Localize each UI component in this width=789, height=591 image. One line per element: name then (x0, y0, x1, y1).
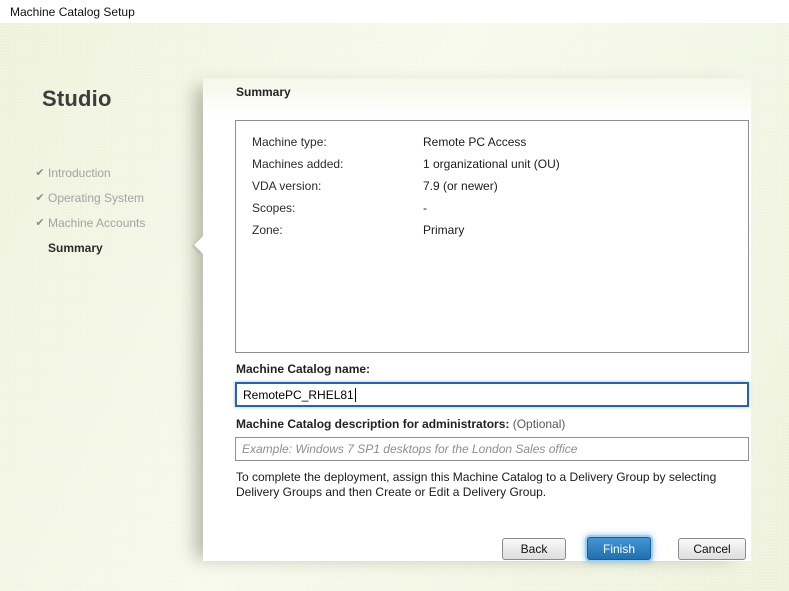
summary-row-label: Scopes: (252, 201, 423, 215)
wizard-steps: ✔Introduction✔Operating System✔Machine A… (0, 160, 200, 260)
current-step-pointer (194, 236, 203, 254)
summary-box: Machine type:Remote PC AccessMachines ad… (235, 120, 749, 353)
summary-row-label: Machines added: (252, 157, 423, 171)
description-label: Machine Catalog description for administ… (236, 417, 565, 431)
step-label: Introduction (48, 166, 111, 180)
text-caret (355, 388, 356, 402)
summary-row-value: 7.9 (or newer) (423, 179, 498, 193)
check-icon: ✔ (33, 216, 47, 229)
step-label: Machine Accounts (48, 216, 145, 230)
check-icon: ✔ (33, 166, 47, 179)
summary-row-value: Remote PC Access (423, 135, 526, 149)
sidebar-step-machine-accounts[interactable]: ✔Machine Accounts (0, 210, 200, 235)
machine-catalog-setup-window: Machine Catalog Setup Studio ✔Introducti… (0, 0, 789, 591)
summary-row: Scopes:- (252, 201, 748, 223)
machine-catalog-name-input[interactable]: RemotePC_RHEL81 (235, 382, 749, 407)
summary-row-value: Primary (423, 223, 464, 237)
window-title: Machine Catalog Setup (10, 5, 135, 19)
finish-button[interactable]: Finish (587, 537, 651, 560)
back-button[interactable]: Back (502, 538, 566, 560)
summary-row: VDA version:7.9 (or newer) (252, 179, 748, 201)
step-label: Operating System (48, 191, 144, 205)
summary-row-label: Zone: (252, 223, 423, 237)
name-input-value: RemotePC_RHEL81 (243, 388, 354, 402)
summary-row-label: Machine type: (252, 135, 423, 149)
title-bar: Machine Catalog Setup (0, 0, 789, 23)
step-label: Summary (48, 241, 103, 255)
summary-row: Machine type:Remote PC Access (252, 135, 748, 157)
sidebar-step-operating-system[interactable]: ✔Operating System (0, 185, 200, 210)
sidebar-step-introduction[interactable]: ✔Introduction (0, 160, 200, 185)
optional-hint: (Optional) (509, 417, 565, 431)
content-panel: Summary Machine type:Remote PC AccessMac… (203, 78, 751, 561)
description-input[interactable] (235, 437, 749, 461)
summary-row-value: - (423, 201, 427, 215)
sidebar-step-summary[interactable]: Summary (0, 235, 200, 260)
studio-brand: Studio (42, 86, 112, 112)
summary-row-value: 1 organizational unit (OU) (423, 157, 560, 171)
summary-row: Machines added:1 organizational unit (OU… (252, 157, 748, 179)
check-icon: ✔ (33, 191, 47, 204)
summary-row: Zone:Primary (252, 223, 748, 245)
page-title: Summary (236, 85, 291, 99)
cancel-button[interactable]: Cancel (678, 538, 746, 560)
deployment-instruction-text: To complete the deployment, assign this … (236, 470, 741, 500)
summary-row-label: VDA version: (252, 179, 423, 193)
machine-catalog-name-label: Machine Catalog name: (236, 362, 370, 376)
